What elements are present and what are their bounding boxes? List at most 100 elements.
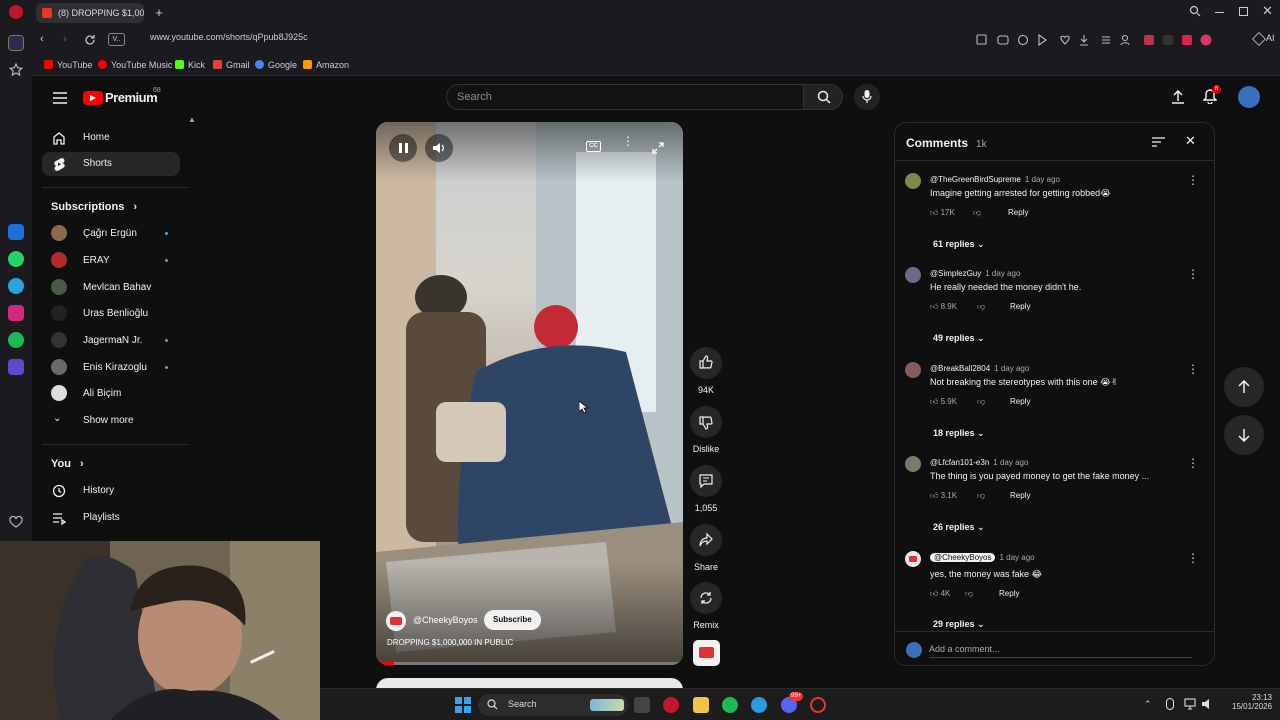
- bookmark-youtube[interactable]: YouTube: [44, 60, 92, 70]
- comments-button[interactable]: 1,055: [688, 465, 724, 513]
- comment-like-button[interactable]: 👍︎ 8.9K: [930, 302, 957, 312]
- tab-youtube-short[interactable]: (8) DROPPING $1,000...: [36, 3, 144, 23]
- player-icon[interactable]: [8, 359, 24, 375]
- bookmark-kick[interactable]: Kick: [175, 60, 205, 70]
- url-text[interactable]: www.youtube.com/shorts/qPpub8J925c: [150, 32, 308, 42]
- view-replies-button[interactable]: 49 replies ⌄: [933, 333, 985, 344]
- clock[interactable]: 23:13 15/01/2026: [1232, 693, 1272, 711]
- windows-start-icon[interactable]: [455, 697, 471, 713]
- subscriptions-heading[interactable]: Subscriptions ›: [51, 201, 137, 213]
- messenger-icon[interactable]: [8, 224, 24, 240]
- channel-avatar[interactable]: [386, 611, 406, 631]
- comment-author[interactable]: @CheekyBoyos 1 day ago: [930, 553, 1035, 562]
- network-icon[interactable]: [1184, 698, 1196, 710]
- home-icon[interactable]: [8, 35, 24, 51]
- bookmark-gmail[interactable]: Gmail: [213, 60, 250, 70]
- avatar[interactable]: [1238, 86, 1260, 108]
- view-replies-button[interactable]: 18 replies ⌄: [933, 428, 985, 439]
- comments-scrollbar[interactable]: [1208, 163, 1212, 623]
- comment-menu-icon[interactable]: ⋮: [1187, 456, 1199, 470]
- commenter-avatar[interactable]: [905, 551, 921, 567]
- taskbar-search[interactable]: Search: [478, 694, 628, 716]
- view-replies-button[interactable]: 29 replies ⌄: [933, 619, 985, 630]
- subscription-item[interactable]: Enis Kirazoglu: [51, 358, 179, 378]
- telegram-icon[interactable]: [8, 278, 24, 294]
- file-explorer-icon[interactable]: [693, 697, 709, 713]
- pause-button[interactable]: [389, 134, 417, 162]
- back-button[interactable]: ‹: [40, 33, 44, 45]
- subscription-item[interactable]: Çağrı Ergün: [51, 224, 179, 244]
- dislike-button[interactable]: Dislike: [688, 406, 724, 454]
- bookmark-amazon[interactable]: Amazon: [303, 60, 349, 70]
- volume-icon[interactable]: [1202, 698, 1214, 710]
- close-window-button[interactable]: ✕: [1262, 3, 1273, 19]
- forward-button[interactable]: ›: [63, 33, 67, 45]
- nav-shorts[interactable]: Shorts: [42, 152, 180, 176]
- bookmark-google[interactable]: Google: [255, 60, 297, 70]
- voice-search-button[interactable]: [854, 84, 880, 110]
- subscription-item[interactable]: Ali Biçim: [51, 384, 179, 404]
- menu-icon[interactable]: [53, 92, 67, 104]
- instagram-icon[interactable]: [8, 305, 24, 321]
- sort-icon[interactable]: [1152, 137, 1165, 147]
- thumbs-down-icon[interactable]: 👎︎: [973, 208, 981, 218]
- ai-button[interactable]: AI: [1266, 33, 1275, 43]
- star-icon[interactable]: [8, 62, 24, 78]
- vpn-badge[interactable]: V..: [108, 33, 125, 46]
- comment-menu-icon[interactable]: ⋮: [1187, 362, 1199, 376]
- show-more-button[interactable]: ⌄ Show more: [51, 411, 179, 431]
- view-replies-button[interactable]: 61 replies ⌄: [933, 239, 985, 250]
- you-heading[interactable]: You ›: [51, 458, 84, 470]
- spotify-icon[interactable]: [8, 332, 24, 348]
- nav-scroll-up-icon[interactable]: ▲: [188, 115, 196, 124]
- comment-author[interactable]: @SimplezGuy 1 day ago: [930, 269, 1020, 278]
- subscribe-button[interactable]: Subscribe: [484, 610, 541, 630]
- subscription-item[interactable]: JagermaN Jr.: [51, 331, 179, 351]
- task-view-icon[interactable]: [634, 697, 650, 713]
- comment-menu-icon[interactable]: ⋮: [1187, 267, 1199, 281]
- subscription-item[interactable]: ERAY: [51, 251, 179, 271]
- nav-playlists[interactable]: Playlists: [42, 506, 180, 530]
- progress-track[interactable]: [376, 662, 683, 665]
- opera-icon[interactable]: [663, 697, 679, 713]
- comment-like-button[interactable]: 👍︎ 5.9K: [930, 397, 957, 407]
- maximize-button[interactable]: [1239, 7, 1248, 16]
- heart-icon[interactable]: [8, 514, 24, 530]
- app-icon[interactable]: [810, 697, 826, 713]
- fullscreen-icon[interactable]: [652, 142, 664, 154]
- comment-like-button[interactable]: 👍︎ 17K: [930, 208, 955, 218]
- comment-like-button[interactable]: 👍︎ 3.1K: [930, 491, 957, 501]
- comment-menu-icon[interactable]: ⋮: [1187, 551, 1199, 565]
- view-replies-button[interactable]: 26 replies ⌄: [933, 522, 985, 533]
- tray-overflow-icon[interactable]: ⌃: [1144, 699, 1152, 710]
- sound-thumbnail[interactable]: [693, 640, 720, 666]
- reply-button[interactable]: Reply: [1010, 397, 1030, 406]
- subscription-item[interactable]: Mevlcan Bahav: [51, 278, 179, 298]
- new-tab-button[interactable]: +: [152, 6, 166, 20]
- previous-short-button[interactable]: [1224, 367, 1264, 407]
- comment-like-button[interactable]: 👍︎ 4K: [930, 589, 950, 599]
- short-video-player[interactable]: CC ⋮ @CheekyBoyos Subscribe DROPPING $1,…: [376, 122, 683, 665]
- thumbs-down-icon[interactable]: 👎︎: [977, 397, 985, 407]
- whatsapp-icon[interactable]: [8, 251, 24, 267]
- bookmark-youtube-music[interactable]: YouTube Music: [98, 60, 172, 70]
- upload-icon[interactable]: [1171, 90, 1185, 104]
- search-button[interactable]: [803, 84, 843, 110]
- spotify-icon[interactable]: [722, 697, 738, 713]
- add-comment-input[interactable]: Add a comment...: [929, 644, 1192, 658]
- reply-button[interactable]: Reply: [1010, 491, 1030, 500]
- opera-logo-icon[interactable]: [9, 5, 23, 19]
- search-input[interactable]: Search: [446, 84, 804, 110]
- commenter-avatar[interactable]: [905, 173, 921, 189]
- microphone-icon[interactable]: [1166, 698, 1174, 710]
- reply-button[interactable]: Reply: [1008, 208, 1028, 217]
- commenter-avatar[interactable]: [905, 456, 921, 472]
- comment-menu-icon[interactable]: ⋮: [1187, 173, 1199, 187]
- reload-icon[interactable]: [84, 34, 96, 46]
- commenter-avatar[interactable]: [905, 362, 921, 378]
- remix-button[interactable]: Remix: [688, 582, 724, 630]
- comment-author[interactable]: @BreakBall2804 1 day ago: [930, 364, 1029, 373]
- extension-icon[interactable]: [1251, 31, 1267, 47]
- minimize-button[interactable]: [1215, 12, 1224, 13]
- thumbs-down-icon[interactable]: 👎︎: [977, 302, 985, 312]
